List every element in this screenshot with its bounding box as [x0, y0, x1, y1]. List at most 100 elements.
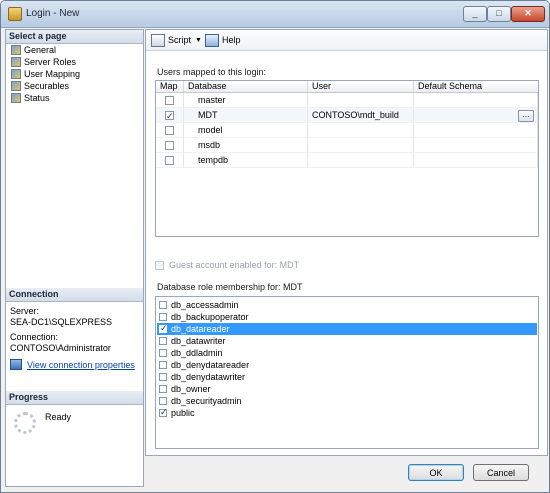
role-checkbox[interactable]	[159, 313, 167, 321]
list-item[interactable]: db_datareader	[157, 323, 537, 335]
map-cell[interactable]	[156, 93, 184, 108]
page-general[interactable]: General	[6, 44, 143, 56]
schema-cell[interactable]	[414, 138, 538, 153]
map-cell[interactable]	[156, 123, 184, 138]
column-header-database[interactable]: Database	[184, 81, 308, 92]
user-cell[interactable]	[308, 138, 414, 153]
server-label: Server:	[10, 306, 40, 316]
map-checkbox[interactable]	[165, 109, 174, 122]
map-cell[interactable]	[156, 108, 184, 123]
grid-header: Map Database User Default Schema	[156, 81, 538, 93]
users-mapped-caption: Users mapped to this login:	[157, 67, 267, 77]
list-item[interactable]: db_backupoperator	[157, 311, 537, 323]
role-label: public	[171, 408, 195, 418]
user-cell[interactable]	[308, 123, 414, 138]
browse-schema-button[interactable]: ...	[518, 110, 534, 122]
role-label: db_ddladmin	[171, 348, 223, 358]
list-item[interactable]: db_ddladmin	[157, 347, 537, 359]
page-label: Securables	[24, 81, 70, 91]
help-label: Help	[222, 35, 241, 45]
schema-cell[interactable]	[414, 123, 538, 138]
database-cell: msdb	[184, 138, 308, 153]
map-checkbox[interactable]	[165, 141, 174, 151]
schema-cell[interactable]	[414, 93, 538, 108]
page-icon	[11, 93, 21, 103]
ok-button[interactable]: OK	[408, 464, 464, 481]
page-icon	[11, 57, 21, 67]
table-row[interactable]: master	[156, 93, 538, 108]
title-bar: Login - New _ □ ✕	[1, 1, 549, 28]
schema-cell[interactable]	[414, 153, 538, 168]
guest-account-checkbox-row: Guest account enabled for: MDT	[155, 260, 299, 270]
server-value: SEA-DC1\SQLEXPRESS	[10, 317, 113, 327]
map-checkbox[interactable]	[165, 96, 174, 106]
maximize-button[interactable]: □	[487, 6, 511, 22]
progress-status: Ready	[45, 412, 72, 422]
role-checkbox[interactable]	[159, 349, 167, 357]
role-checkbox[interactable]	[159, 337, 167, 345]
role-label: db_datareader	[171, 324, 230, 334]
minimize-button[interactable]: _	[463, 6, 487, 22]
page-status[interactable]: Status	[6, 92, 143, 104]
map-checkbox[interactable]	[165, 156, 174, 166]
column-header-user[interactable]: User	[308, 81, 414, 92]
database-cell: model	[184, 123, 308, 138]
close-button[interactable]: ✕	[511, 6, 545, 22]
column-header-default-schema[interactable]: Default Schema	[414, 81, 538, 92]
page-label: Status	[24, 93, 50, 103]
list-item[interactable]: db_denydatawriter	[157, 371, 537, 383]
table-row[interactable]: MDT CONTOSO\mdt_build ...	[156, 108, 538, 123]
role-checkbox[interactable]	[159, 301, 167, 309]
progress-spinner-icon	[14, 412, 36, 434]
help-icon	[205, 33, 219, 47]
page-label: Server Roles	[24, 57, 77, 67]
role-checkbox[interactable]	[159, 407, 168, 418]
page-user-mapping[interactable]: User Mapping	[6, 68, 143, 80]
progress-section: Progress Ready	[6, 391, 143, 434]
page-label: General	[24, 45, 57, 55]
users-mapped-grid: Map Database User Default Schema master …	[155, 80, 539, 237]
user-cell[interactable]	[308, 93, 414, 108]
map-checkbox[interactable]	[165, 126, 174, 136]
view-connection-properties-link[interactable]: View connection properties	[6, 354, 143, 370]
script-button[interactable]: Script ▼	[151, 33, 202, 47]
guest-account-checkbox	[155, 260, 164, 270]
right-pane: Script ▼ Help Users mapped to this login…	[145, 29, 548, 456]
dropdown-arrow-icon[interactable]: ▼	[195, 37, 202, 44]
role-checkbox[interactable]	[159, 323, 168, 334]
table-row[interactable]: msdb	[156, 138, 538, 153]
connection-value: CONTOSO\Administrator	[10, 343, 111, 353]
schema-cell[interactable]: ...	[414, 108, 538, 123]
role-label: db_datawriter	[171, 336, 226, 346]
page-securables[interactable]: Securables	[6, 80, 143, 92]
page-server-roles[interactable]: Server Roles	[6, 56, 143, 68]
table-row[interactable]: tempdb	[156, 153, 538, 168]
role-checkbox[interactable]	[159, 385, 167, 393]
view-connection-link-label: View connection properties	[27, 359, 135, 370]
role-label: db_owner	[171, 384, 211, 394]
role-checkbox[interactable]	[159, 397, 167, 405]
app-icon	[8, 7, 22, 21]
role-checkbox[interactable]	[159, 373, 167, 381]
list-item[interactable]: db_securityadmin	[157, 395, 537, 407]
map-cell[interactable]	[156, 153, 184, 168]
user-cell[interactable]	[308, 153, 414, 168]
map-cell[interactable]	[156, 138, 184, 153]
table-row[interactable]: model	[156, 123, 538, 138]
list-item[interactable]: db_accessadmin	[157, 299, 537, 311]
page-icon	[11, 45, 21, 55]
user-cell[interactable]: CONTOSO\mdt_build	[308, 108, 414, 123]
list-item[interactable]: db_datawriter	[157, 335, 537, 347]
role-label: db_accessadmin	[171, 300, 239, 310]
list-item[interactable]: public	[157, 407, 537, 419]
list-item[interactable]: db_owner	[157, 383, 537, 395]
connection-header: Connection	[6, 288, 143, 302]
list-item[interactable]: db_denydatareader	[157, 359, 537, 371]
help-button[interactable]: Help	[205, 33, 241, 47]
role-membership-list[interactable]: db_accessadmin db_backupoperator db_data…	[155, 296, 539, 449]
role-checkbox[interactable]	[159, 361, 167, 369]
toolbar: Script ▼ Help	[146, 30, 547, 51]
progress-header: Progress	[6, 391, 143, 405]
column-header-map[interactable]: Map	[156, 81, 184, 92]
cancel-button[interactable]: Cancel	[473, 464, 529, 481]
